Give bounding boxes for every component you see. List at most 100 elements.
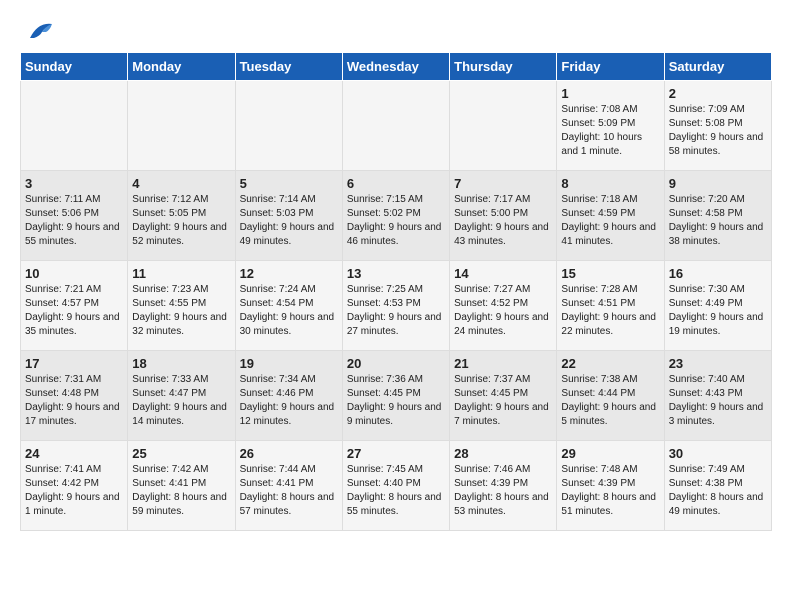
day-number: 17 [25, 356, 123, 371]
day-info: Sunrise: 7:41 AM Sunset: 4:42 PM Dayligh… [25, 463, 123, 519]
calendar-cell: 5 Sunrise: 7:14 AM Sunset: 5:03 PM Daylig… [235, 171, 342, 261]
calendar-cell: 27 Sunrise: 7:45 AM Sunset: 4:40 PM Dayli… [342, 441, 449, 531]
day-of-week-header: Thursday [450, 53, 557, 81]
day-number: 14 [454, 266, 552, 281]
calendar-cell: 30 Sunrise: 7:49 AM Sunset: 4:38 PM Dayli… [664, 441, 771, 531]
day-number: 7 [454, 176, 552, 191]
day-number: 21 [454, 356, 552, 371]
calendar-cell [235, 81, 342, 171]
calendar-cell: 20 Sunrise: 7:36 AM Sunset: 4:45 PM Dayli… [342, 351, 449, 441]
calendar-cell [21, 81, 128, 171]
day-number: 28 [454, 446, 552, 461]
day-of-week-header: Friday [557, 53, 664, 81]
day-info: Sunrise: 7:45 AM Sunset: 4:40 PM Dayligh… [347, 463, 445, 519]
calendar-week-row: 17 Sunrise: 7:31 AM Sunset: 4:48 PM Dayli… [21, 351, 772, 441]
day-info: Sunrise: 7:40 AM Sunset: 4:43 PM Dayligh… [669, 373, 767, 429]
day-number: 20 [347, 356, 445, 371]
day-info: Sunrise: 7:37 AM Sunset: 4:45 PM Dayligh… [454, 373, 552, 429]
calendar-cell: 3 Sunrise: 7:11 AM Sunset: 5:06 PM Daylig… [21, 171, 128, 261]
day-number: 19 [240, 356, 338, 371]
calendar-header-row: SundayMondayTuesdayWednesdayThursdayFrid… [21, 53, 772, 81]
day-number: 1 [561, 86, 659, 101]
day-info: Sunrise: 7:21 AM Sunset: 4:57 PM Dayligh… [25, 283, 123, 339]
day-number: 24 [25, 446, 123, 461]
day-number: 22 [561, 356, 659, 371]
calendar-week-row: 24 Sunrise: 7:41 AM Sunset: 4:42 PM Dayli… [21, 441, 772, 531]
day-info: Sunrise: 7:17 AM Sunset: 5:00 PM Dayligh… [454, 193, 552, 249]
day-number: 23 [669, 356, 767, 371]
day-number: 16 [669, 266, 767, 281]
day-of-week-header: Wednesday [342, 53, 449, 81]
day-info: Sunrise: 7:42 AM Sunset: 4:41 PM Dayligh… [132, 463, 230, 519]
calendar-cell: 13 Sunrise: 7:25 AM Sunset: 4:53 PM Dayli… [342, 261, 449, 351]
day-number: 6 [347, 176, 445, 191]
day-number: 18 [132, 356, 230, 371]
day-info: Sunrise: 7:15 AM Sunset: 5:02 PM Dayligh… [347, 193, 445, 249]
calendar-cell: 19 Sunrise: 7:34 AM Sunset: 4:46 PM Dayli… [235, 351, 342, 441]
day-info: Sunrise: 7:09 AM Sunset: 5:08 PM Dayligh… [669, 103, 767, 159]
day-number: 30 [669, 446, 767, 461]
calendar-cell: 12 Sunrise: 7:24 AM Sunset: 4:54 PM Dayli… [235, 261, 342, 351]
day-number: 15 [561, 266, 659, 281]
calendar-cell: 9 Sunrise: 7:20 AM Sunset: 4:58 PM Daylig… [664, 171, 771, 261]
day-info: Sunrise: 7:48 AM Sunset: 4:39 PM Dayligh… [561, 463, 659, 519]
day-number: 29 [561, 446, 659, 461]
calendar-cell: 15 Sunrise: 7:28 AM Sunset: 4:51 PM Dayli… [557, 261, 664, 351]
day-info: Sunrise: 7:46 AM Sunset: 4:39 PM Dayligh… [454, 463, 552, 519]
calendar-cell: 25 Sunrise: 7:42 AM Sunset: 4:41 PM Dayli… [128, 441, 235, 531]
calendar-cell [128, 81, 235, 171]
day-info: Sunrise: 7:12 AM Sunset: 5:05 PM Dayligh… [132, 193, 230, 249]
day-number: 25 [132, 446, 230, 461]
day-info: Sunrise: 7:27 AM Sunset: 4:52 PM Dayligh… [454, 283, 552, 339]
day-info: Sunrise: 7:36 AM Sunset: 4:45 PM Dayligh… [347, 373, 445, 429]
day-number: 26 [240, 446, 338, 461]
day-info: Sunrise: 7:44 AM Sunset: 4:41 PM Dayligh… [240, 463, 338, 519]
calendar-cell: 14 Sunrise: 7:27 AM Sunset: 4:52 PM Dayli… [450, 261, 557, 351]
day-number: 27 [347, 446, 445, 461]
day-of-week-header: Saturday [664, 53, 771, 81]
calendar-cell: 18 Sunrise: 7:33 AM Sunset: 4:47 PM Dayli… [128, 351, 235, 441]
day-info: Sunrise: 7:23 AM Sunset: 4:55 PM Dayligh… [132, 283, 230, 339]
calendar-cell: 4 Sunrise: 7:12 AM Sunset: 5:05 PM Daylig… [128, 171, 235, 261]
day-number: 4 [132, 176, 230, 191]
calendar-cell: 17 Sunrise: 7:31 AM Sunset: 4:48 PM Dayli… [21, 351, 128, 441]
day-of-week-header: Monday [128, 53, 235, 81]
calendar-week-row: 10 Sunrise: 7:21 AM Sunset: 4:57 PM Dayli… [21, 261, 772, 351]
day-number: 8 [561, 176, 659, 191]
day-number: 10 [25, 266, 123, 281]
day-info: Sunrise: 7:28 AM Sunset: 4:51 PM Dayligh… [561, 283, 659, 339]
day-info: Sunrise: 7:31 AM Sunset: 4:48 PM Dayligh… [25, 373, 123, 429]
day-info: Sunrise: 7:14 AM Sunset: 5:03 PM Dayligh… [240, 193, 338, 249]
logo [20, 20, 54, 42]
day-info: Sunrise: 7:11 AM Sunset: 5:06 PM Dayligh… [25, 193, 123, 249]
calendar-cell [342, 81, 449, 171]
calendar-cell: 2 Sunrise: 7:09 AM Sunset: 5:08 PM Daylig… [664, 81, 771, 171]
calendar-cell: 24 Sunrise: 7:41 AM Sunset: 4:42 PM Dayli… [21, 441, 128, 531]
calendar-cell: 1Sunrise: 7:08 AM Sunset: 5:09 PM Daylig… [557, 81, 664, 171]
day-number: 3 [25, 176, 123, 191]
day-info: Sunrise: 7:34 AM Sunset: 4:46 PM Dayligh… [240, 373, 338, 429]
calendar-cell [450, 81, 557, 171]
logo-bird-icon [22, 20, 54, 42]
day-number: 9 [669, 176, 767, 191]
day-info: Sunrise: 7:38 AM Sunset: 4:44 PM Dayligh… [561, 373, 659, 429]
day-info: Sunrise: 7:18 AM Sunset: 4:59 PM Dayligh… [561, 193, 659, 249]
day-number: 13 [347, 266, 445, 281]
calendar-week-row: 1Sunrise: 7:08 AM Sunset: 5:09 PM Daylig… [21, 81, 772, 171]
calendar-week-row: 3 Sunrise: 7:11 AM Sunset: 5:06 PM Daylig… [21, 171, 772, 261]
day-info: Sunrise: 7:24 AM Sunset: 4:54 PM Dayligh… [240, 283, 338, 339]
day-number: 11 [132, 266, 230, 281]
day-number: 5 [240, 176, 338, 191]
day-of-week-header: Sunday [21, 53, 128, 81]
calendar-cell: 16Sunrise: 7:30 AM Sunset: 4:49 PM Dayli… [664, 261, 771, 351]
calendar-cell: 22 Sunrise: 7:38 AM Sunset: 4:44 PM Dayli… [557, 351, 664, 441]
day-number: 2 [669, 86, 767, 101]
day-info: Sunrise: 7:25 AM Sunset: 4:53 PM Dayligh… [347, 283, 445, 339]
calendar-cell: 8 Sunrise: 7:18 AM Sunset: 4:59 PM Daylig… [557, 171, 664, 261]
day-number: 12 [240, 266, 338, 281]
calendar-cell: 7 Sunrise: 7:17 AM Sunset: 5:00 PM Daylig… [450, 171, 557, 261]
day-info: Sunrise: 7:20 AM Sunset: 4:58 PM Dayligh… [669, 193, 767, 249]
calendar-cell: 23 Sunrise: 7:40 AM Sunset: 4:43 PM Dayli… [664, 351, 771, 441]
day-info: Sunrise: 7:33 AM Sunset: 4:47 PM Dayligh… [132, 373, 230, 429]
day-info: Sunrise: 7:49 AM Sunset: 4:38 PM Dayligh… [669, 463, 767, 519]
